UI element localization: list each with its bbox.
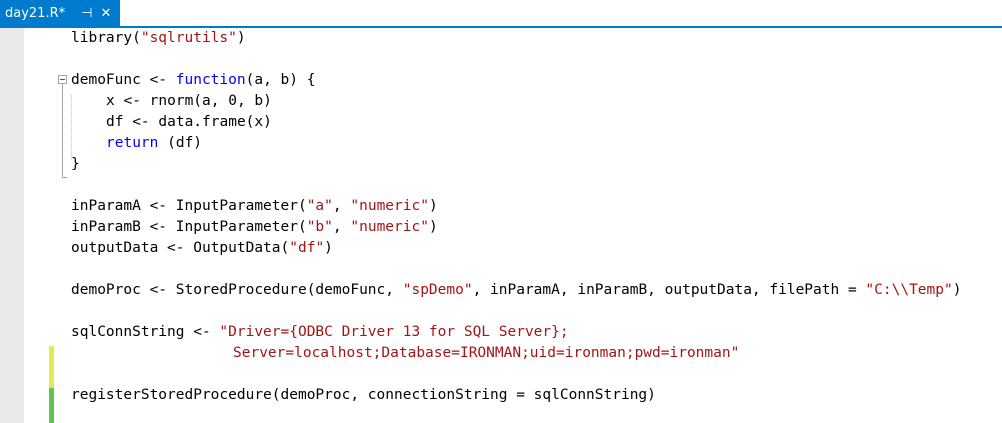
tab-day21[interactable]: day21.R* ⊣ ✕ bbox=[0, 0, 120, 26]
code-line: outputData <- OutputData("df") bbox=[71, 240, 333, 256]
code-line: inParamA <- InputParameter("a", "numeric… bbox=[71, 198, 438, 214]
saved-change-marker bbox=[49, 388, 54, 423]
collapse-icon[interactable] bbox=[58, 75, 67, 84]
code-line: inParamB <- InputParameter("b", "numeric… bbox=[71, 219, 438, 235]
code-editor[interactable]: library("sqlrutils") demoFunc <- functio… bbox=[0, 28, 1002, 423]
close-icon[interactable]: ✕ bbox=[100, 7, 111, 20]
unsaved-change-marker bbox=[49, 346, 54, 388]
code-line: registerStoredProcedure(demoProc, connec… bbox=[71, 387, 656, 403]
code-line: sqlConnString <- "Driver={ODBC Driver 13… bbox=[71, 324, 569, 340]
code-line: } bbox=[71, 156, 80, 172]
code-line: return (df) bbox=[106, 135, 203, 151]
code-line: demoFunc <- function(a, b) { bbox=[71, 72, 316, 88]
code-line: x <- rnorm(a, 0, b) bbox=[106, 93, 272, 109]
fold-guide bbox=[62, 84, 63, 178]
code-lines: library("sqlrutils") demoFunc <- functio… bbox=[71, 28, 961, 403]
pin-icon[interactable]: ⊣ bbox=[81, 7, 92, 20]
code-line: library("sqlrutils") bbox=[71, 30, 246, 46]
editor-margin bbox=[0, 28, 24, 423]
code-line: Server=localhost;Database=IRONMAN;uid=ir… bbox=[233, 345, 740, 361]
document-tab-strip: day21.R* ⊣ ✕ bbox=[0, 0, 1002, 28]
code-line: demoProc <- StoredProcedure(demoFunc, "s… bbox=[71, 282, 962, 298]
tab-title: day21.R* bbox=[5, 5, 66, 21]
code-line: df <- data.frame(x) bbox=[106, 114, 272, 130]
fold-guide-end bbox=[62, 177, 67, 178]
